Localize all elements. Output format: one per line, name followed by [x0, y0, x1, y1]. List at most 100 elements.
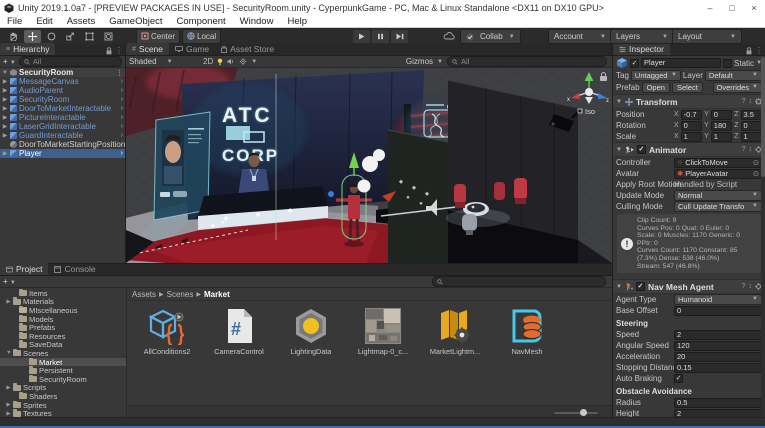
base-offset-field[interactable]: 0 — [674, 306, 762, 316]
menu-component[interactable]: Component — [170, 16, 233, 27]
lock-icon[interactable] — [746, 47, 752, 55]
folder-row[interactable]: ▶Materials — [0, 298, 126, 307]
navmesh-enabled-checkbox[interactable]: ✓ — [636, 282, 645, 291]
folder-row[interactable]: Shaders — [0, 392, 126, 401]
expand-arrow-icon[interactable]: ▶ — [2, 123, 8, 130]
animator-enabled-checkbox[interactable]: ✓ — [637, 145, 646, 154]
divider-panel[interactable] — [388, 130, 448, 263]
open-prefab-icon[interactable]: › — [121, 78, 125, 85]
scene-menu-icon[interactable]: ⋮ — [116, 69, 125, 77]
game-tab[interactable]: Game — [169, 43, 215, 55]
round-table[interactable] — [463, 202, 489, 216]
folder-row[interactable]: SaveData — [0, 341, 126, 350]
expand-arrow-icon[interactable]: ▼ — [2, 70, 8, 76]
hierarchy-item[interactable]: ▶LaserGridInteractable› — [0, 122, 125, 131]
hierarchy-item[interactable]: ▶DoorToMarketInteractable› — [0, 104, 125, 113]
folder-row[interactable]: Prefabs — [0, 323, 126, 332]
folder-row[interactable]: ▼Scenes — [0, 349, 126, 358]
project-tab[interactable]: Project — [0, 263, 48, 275]
project-create-button[interactable]: + ▼ — [3, 277, 16, 286]
asset-lightingdata[interactable]: LightingData — [282, 307, 340, 356]
layout-dropdown[interactable]: Layout ▼ — [672, 29, 742, 44]
layers-dropdown[interactable]: Layers ▼ — [610, 29, 674, 44]
presets-icon[interactable]: ↕ — [749, 283, 753, 290]
hierarchy-item[interactable]: ▶PictureInteractable› — [0, 113, 125, 122]
rotation-z-field[interactable]: 0 — [741, 121, 762, 131]
position-x-field[interactable]: -0.7 — [681, 110, 702, 120]
scene-viewport[interactable]: ATC ATC CORP CORP — [126, 68, 612, 263]
folder-row[interactable]: ▶Sprites — [0, 401, 126, 410]
menu-window[interactable]: Window — [233, 16, 281, 27]
object-picker-icon[interactable]: ⊙ — [753, 170, 759, 178]
animator-component-header[interactable]: ▼ ✓ Animator ?↕ — [613, 142, 765, 157]
collab-dropdown[interactable]: Collab ▼ — [460, 29, 521, 44]
hierarchy-tab[interactable]: ≡ Hierarchy — [0, 43, 55, 55]
transform-tool-button[interactable] — [100, 30, 117, 43]
scale-x-field[interactable]: 1 — [681, 132, 702, 142]
scene-tab[interactable]: # Scene — [126, 43, 169, 55]
help-icon[interactable]: ? — [742, 98, 746, 105]
asset-navmesh[interactable]: NavMesh — [498, 307, 556, 356]
close-button[interactable]: × — [743, 3, 765, 13]
folder-row[interactable]: Models — [0, 315, 126, 324]
folder-row[interactable]: Persistent — [0, 366, 126, 375]
lighting-toggle-icon[interactable] — [217, 58, 223, 66]
asset-store-tab[interactable]: Asset Store — [215, 43, 280, 55]
expand-arrow-icon[interactable]: ▶ — [6, 385, 11, 391]
angular-speed-field[interactable]: 120 — [674, 341, 762, 351]
agent-type-dropdown[interactable]: Humanoid▼ — [674, 294, 762, 305]
scale-tool-button[interactable] — [62, 30, 79, 43]
move-tool-button[interactable] — [24, 30, 41, 43]
asset-allconditions2[interactable]: AllConditions2 — [138, 307, 196, 356]
rotate-tool-button[interactable] — [43, 30, 60, 43]
scene-search-input[interactable]: All — [447, 56, 607, 67]
cloud-button[interactable] — [443, 31, 455, 40]
rotation-y-field[interactable]: 180 — [711, 121, 732, 131]
expand-arrow-icon[interactable]: ▶ — [2, 114, 8, 121]
asset-marketlightmap[interactable]: MarketLightm... — [426, 307, 484, 356]
hierarchy-search-input[interactable]: All — [19, 56, 122, 67]
console-tab[interactable]: Console — [48, 263, 101, 275]
prefab-select-button[interactable]: Select — [672, 82, 703, 93]
help-icon[interactable]: ? — [742, 146, 746, 153]
prefab-overrides-dropdown[interactable]: Overrides▼ — [713, 82, 762, 93]
hierarchy-item[interactable]: DoorToMarketStartingPosition — [0, 140, 125, 149]
pause-button[interactable] — [372, 30, 389, 43]
expand-arrow-icon[interactable]: ▶ — [2, 105, 8, 112]
panel-menu-icon[interactable]: ⋮ — [115, 46, 123, 55]
static-checkbox[interactable] — [723, 59, 732, 68]
hierarchy-item-player[interactable]: ▶Player› — [0, 149, 125, 158]
navmesh-component-header[interactable]: ▼ ✓ Nav Mesh Agent ?↕ — [613, 279, 765, 294]
gizmos-dropdown[interactable]: Gizmos▼ — [406, 57, 443, 66]
minimize-button[interactable]: – — [699, 3, 721, 13]
space-toggle-button[interactable]: Local — [182, 29, 221, 44]
radius-field[interactable]: 0.5 — [674, 398, 762, 408]
folder-row[interactable]: Resources — [0, 332, 126, 341]
menu-assets[interactable]: Assets — [60, 16, 103, 27]
foldout-arrow-icon[interactable]: ▼ — [616, 284, 622, 290]
maximize-button[interactable]: □ — [721, 3, 743, 13]
auto-braking-checkbox[interactable]: ✓ — [674, 374, 683, 383]
rotation-x-field[interactable]: 0 — [681, 121, 702, 131]
prefab-open-button[interactable]: Open — [642, 82, 670, 93]
expand-arrow-icon[interactable]: ▶ — [2, 78, 8, 85]
breadcrumb-market[interactable]: Market — [204, 290, 230, 299]
open-prefab-icon[interactable]: › — [121, 150, 125, 157]
folder-row[interactable]: SecurityRoom — [0, 375, 126, 384]
stopping-distance-field[interactable]: 0.15 — [674, 363, 762, 373]
hierarchy-item[interactable]: ▶SecurityRoom› — [0, 95, 125, 104]
avatar-object-field[interactable]: ✱PlayerAvatar⊙ — [674, 169, 762, 179]
foldout-arrow-icon[interactable]: ▼ — [616, 147, 622, 153]
menu-file[interactable]: File — [0, 16, 29, 27]
open-prefab-icon[interactable]: › — [121, 123, 125, 130]
expand-arrow-icon[interactable]: ▶ — [2, 132, 8, 139]
audio-toggle-icon[interactable] — [227, 58, 235, 65]
expand-arrow-icon[interactable]: ▶ — [6, 402, 11, 408]
breadcrumb-assets[interactable]: Assets — [132, 290, 156, 299]
account-dropdown[interactable]: Account ▼ — [548, 29, 612, 44]
menu-help[interactable]: Help — [280, 16, 314, 27]
lock-icon[interactable] — [106, 47, 112, 55]
open-prefab-icon[interactable]: › — [121, 87, 125, 94]
shading-mode-dropdown[interactable]: Shaded▼ — [129, 57, 199, 66]
folder-row[interactable]: Items — [0, 289, 126, 298]
